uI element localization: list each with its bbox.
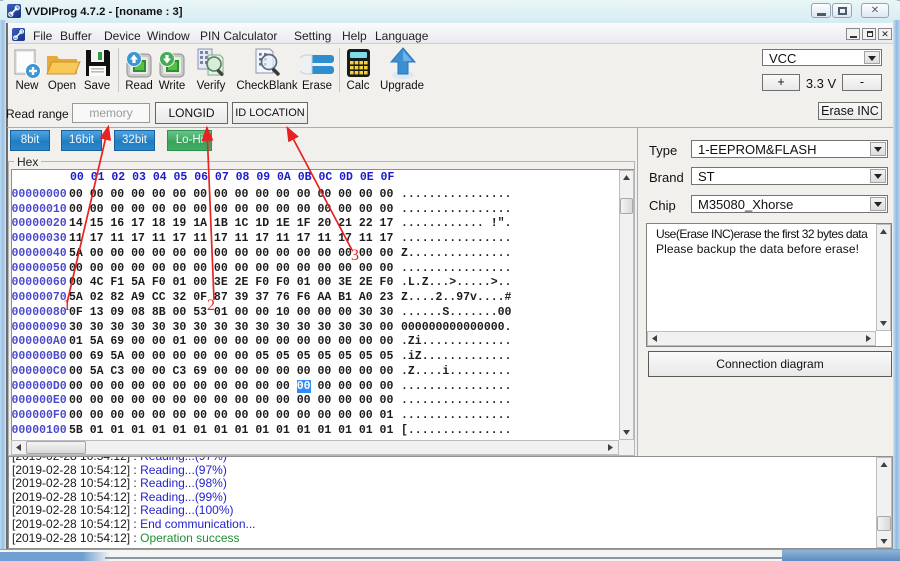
svg-text:2: 2: [207, 297, 215, 314]
svg-text:1: 1: [63, 297, 71, 314]
svg-text:3: 3: [351, 247, 359, 264]
